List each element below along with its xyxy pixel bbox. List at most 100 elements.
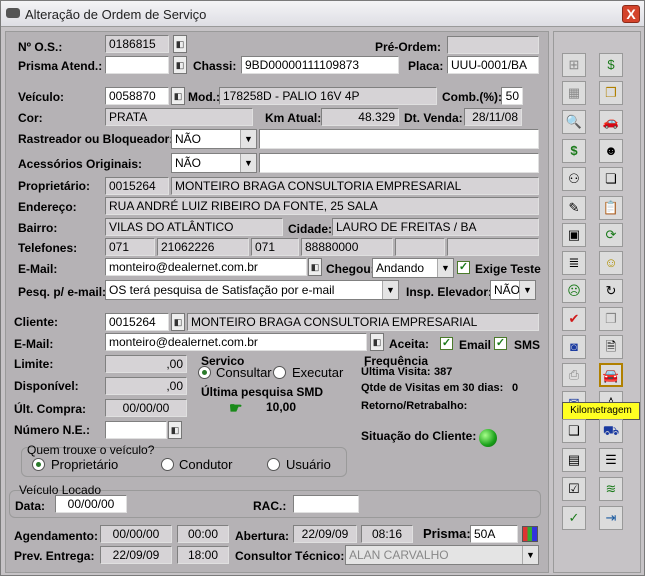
endereco-field: RUA ANDRÉ LUIZ RIBEIRO DA FONTE, 25 SALA bbox=[105, 197, 539, 215]
km-atual-field[interactable]: 48.329 bbox=[321, 108, 399, 126]
cliente-label: Cliente: bbox=[14, 315, 59, 329]
pages-icon[interactable]: ❐ bbox=[599, 307, 623, 331]
color-picker-icon[interactable] bbox=[522, 526, 538, 542]
os-number-field[interactable]: 0186815 bbox=[105, 35, 169, 53]
servico-executar-radio[interactable] bbox=[273, 366, 286, 379]
veiculo-lookup-icon[interactable]: ◧ bbox=[171, 87, 185, 105]
chassi-field[interactable]: 9BD00000111109873 bbox=[241, 56, 399, 74]
thumbs-up-icon: ☛ bbox=[229, 400, 243, 417]
abertura-label: Abertura: bbox=[235, 529, 290, 543]
pre-ordem-field[interactable] bbox=[447, 36, 539, 54]
condutor-radio[interactable] bbox=[161, 458, 174, 471]
rotate-icon[interactable]: ↻ bbox=[599, 279, 623, 303]
acessorios-text-field[interactable] bbox=[259, 153, 539, 173]
consultor-select[interactable]: ALAN CARVALHO ▼ bbox=[345, 545, 539, 565]
ultcompra-field: 00/00/00 bbox=[105, 399, 187, 417]
chegou-select[interactable]: Andando ▼ bbox=[372, 258, 454, 278]
checklist-icon[interactable]: ☰ bbox=[599, 448, 623, 472]
chassi-label: Chassi: bbox=[193, 59, 237, 73]
dt-venda-label: Dt. Venda: bbox=[404, 111, 463, 125]
placa-field[interactable]: UUU-0001/BA bbox=[447, 56, 539, 74]
grid-icon[interactable]: ▦ bbox=[562, 81, 586, 105]
os-lookup-icon[interactable]: ◧ bbox=[173, 35, 187, 53]
numero-ne-field[interactable] bbox=[105, 421, 167, 439]
tel2-field: 88880000 bbox=[301, 238, 393, 256]
usuario-radio[interactable] bbox=[267, 458, 280, 471]
acessorios-select[interactable]: NÃO ▼ bbox=[171, 153, 257, 173]
cidade-label: Cidade: bbox=[288, 222, 333, 236]
smiley-sad-icon[interactable]: ☹ bbox=[562, 279, 586, 303]
search-document-icon[interactable]: 🔍 bbox=[562, 110, 586, 134]
notes-icon[interactable]: ✎ bbox=[562, 196, 586, 220]
car-front-icon[interactable]: 🚘 bbox=[599, 363, 623, 387]
prisma-atend-field[interactable] bbox=[105, 56, 169, 74]
list-icon[interactable]: ≣ bbox=[562, 251, 586, 275]
chevron-down-icon: ▼ bbox=[240, 154, 256, 172]
proprietario-code-field: 0015264 bbox=[105, 177, 169, 195]
acessorios-label: Acessórios Originais: bbox=[18, 157, 143, 171]
car-icon[interactable]: 🚗 bbox=[599, 110, 623, 134]
printer-icon[interactable]: ⎙ bbox=[562, 363, 586, 387]
ne-lookup-icon[interactable]: ◧ bbox=[168, 421, 182, 439]
exige-teste-checkbox[interactable]: ✓ bbox=[457, 261, 470, 274]
proprietario-radio-label: Proprietário bbox=[51, 457, 119, 472]
prisma-field[interactable]: 50A bbox=[470, 525, 518, 543]
people-icon[interactable]: ⚇ bbox=[562, 167, 586, 191]
qtde-visitas-label: Qtde de Visitas em 30 dias: bbox=[361, 382, 504, 394]
rastreador-text-field[interactable] bbox=[259, 129, 539, 149]
documents-icon[interactable]: ❐ bbox=[599, 81, 623, 105]
aceita-email-label: Email bbox=[459, 338, 492, 352]
ultima-visita-value: 387 bbox=[434, 366, 453, 378]
dollar-icon[interactable]: $ bbox=[562, 139, 586, 163]
mod-label: Mod.: bbox=[188, 90, 220, 104]
structure-icon[interactable]: ⊞ bbox=[562, 53, 586, 77]
truck-icon[interactable]: ⛟ bbox=[599, 419, 623, 443]
limite-field: ,00 bbox=[105, 355, 187, 373]
confirm-icon[interactable]: ✓ bbox=[562, 506, 586, 530]
smiley-happy-icon[interactable]: ☺ bbox=[599, 251, 623, 275]
chevron-down-icon: ▼ bbox=[519, 281, 535, 299]
proprietario-email-field[interactable]: monteiro@dealernet.com.br bbox=[105, 258, 307, 276]
cor-field: PRATA bbox=[105, 108, 253, 126]
cliente-lookup-icon[interactable]: ◧ bbox=[171, 313, 185, 331]
email-lookup-icon[interactable]: ◧ bbox=[308, 258, 322, 276]
insp-elevador-select[interactable]: NÃO ▼ bbox=[490, 280, 536, 300]
money-bag-icon[interactable]: $ bbox=[599, 53, 623, 77]
pesq-email-select[interactable]: OS terá pesquisa de Satisfação por e-mai… bbox=[105, 280, 399, 300]
camera-icon[interactable]: ◙ bbox=[562, 335, 586, 359]
rastreador-select[interactable]: NÃO ▼ bbox=[171, 129, 257, 149]
stack-icon[interactable]: ≋ bbox=[599, 477, 623, 501]
aceita-sms-label: SMS bbox=[514, 338, 541, 352]
package-icon[interactable]: ▣ bbox=[562, 223, 586, 247]
document-icon[interactable]: 🗎 bbox=[599, 335, 623, 359]
rac-field[interactable] bbox=[293, 495, 359, 513]
checkmark-icon[interactable]: ✔ bbox=[562, 307, 586, 331]
clipboard-check-icon[interactable]: ☑ bbox=[562, 477, 586, 501]
cliente-email-field[interactable]: monteiro@dealernet.com.br bbox=[105, 333, 367, 351]
calculator-icon[interactable]: ▤ bbox=[562, 448, 586, 472]
prisma-lookup-icon[interactable]: ◧ bbox=[173, 56, 187, 74]
comb-field[interactable]: 50 bbox=[501, 87, 523, 105]
exit-icon[interactable]: ⇥ bbox=[599, 506, 623, 530]
clipboard-icon[interactable]: 📋 bbox=[599, 196, 623, 220]
copy-icon[interactable]: ❏ bbox=[599, 167, 623, 191]
prev-entrega-time-field[interactable]: 18:00 bbox=[177, 546, 229, 564]
proprietario-radio[interactable] bbox=[32, 458, 45, 471]
aceita-sms-checkbox[interactable]: ✓ bbox=[494, 337, 507, 350]
close-button[interactable]: X bbox=[622, 5, 640, 23]
pre-ordem-label: Pré-Ordem: bbox=[375, 40, 442, 54]
refresh-icon[interactable]: ⟳ bbox=[599, 223, 623, 247]
cliente-email-lookup-icon[interactable]: ◧ bbox=[370, 333, 384, 351]
aceita-label: Aceita: bbox=[389, 337, 430, 351]
cliente-code-field[interactable]: 0015264 bbox=[105, 313, 169, 331]
veiculo-code-field[interactable]: 0058870 bbox=[105, 87, 169, 105]
folders-icon[interactable]: ❑ bbox=[562, 419, 586, 443]
person-icon[interactable]: ☻ bbox=[599, 139, 623, 163]
condutor-radio-label: Condutor bbox=[179, 457, 233, 472]
bairro-field: VILAS DO ATLÂNTICO bbox=[105, 218, 283, 236]
prev-entrega-date-field[interactable]: 22/09/09 bbox=[100, 546, 172, 564]
locado-data-field[interactable]: 00/00/00 bbox=[55, 495, 127, 513]
ultima-pesquisa-label: Última pesquisa SMD bbox=[201, 385, 324, 399]
servico-consultar-radio[interactable] bbox=[198, 366, 211, 379]
aceita-email-checkbox[interactable]: ✓ bbox=[440, 337, 453, 350]
